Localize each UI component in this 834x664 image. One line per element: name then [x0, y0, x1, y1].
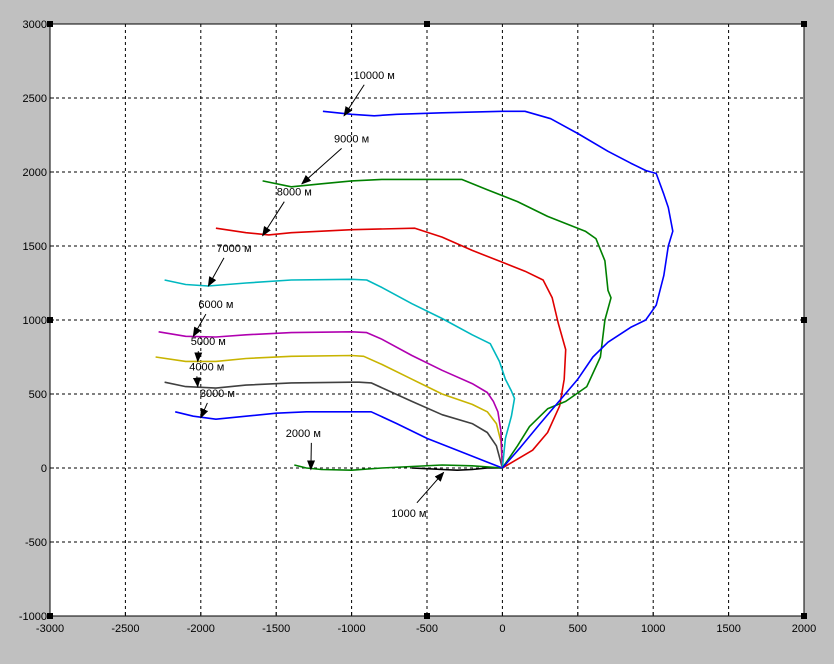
- annotation-label-9: 2000 м: [286, 428, 321, 440]
- annotation-label-1: 10000 м: [354, 70, 395, 82]
- trajectory-chart: 10000 м 9000 м 8000 м 7000 м 6000 м 5000 м 400…: [19, 19, 816, 635]
- annotation-label-8: 3000 м: [200, 388, 235, 400]
- x-tick-label-3: -1500: [262, 623, 290, 635]
- resize-handle-1[interactable]: [47, 21, 53, 27]
- annotation-label-3: 8000 м: [277, 187, 312, 199]
- x-tick-label-4: -1000: [338, 623, 366, 635]
- x-tick-label-8: 1000: [641, 623, 665, 635]
- resize-handle-2[interactable]: [424, 21, 430, 27]
- resize-handle-3[interactable]: [801, 21, 807, 27]
- x-tick-label-9: 1500: [716, 623, 740, 635]
- resize-handle-8[interactable]: [801, 613, 807, 619]
- annotation-label-10: 1000 м: [391, 508, 426, 520]
- y-tick-label-4: 1000: [23, 315, 47, 327]
- annotation-label-2: 9000 м: [334, 133, 369, 145]
- x-tick-label-2: -2000: [187, 623, 215, 635]
- x-tick-label-1: -2500: [111, 623, 139, 635]
- y-tick-label-7: 2500: [23, 93, 47, 105]
- y-tick-label-2: 0: [41, 463, 47, 475]
- annotation-label-6: 5000 м: [191, 336, 226, 348]
- x-tick-label-6: 0: [499, 623, 505, 635]
- annotation-label-4: 7000 м: [216, 243, 251, 255]
- y-tick-label-6: 2000: [23, 167, 47, 179]
- x-tick-label-5: -500: [416, 623, 438, 635]
- y-tick-label-8: 3000: [23, 19, 47, 31]
- resize-handle-5[interactable]: [801, 317, 807, 323]
- x-tick-label-7: 500: [569, 623, 587, 635]
- resize-handle-7[interactable]: [424, 613, 430, 619]
- resize-handle-4[interactable]: [47, 317, 53, 323]
- y-tick-label-0: -1000: [19, 611, 47, 623]
- y-tick-label-1: -500: [25, 537, 47, 549]
- y-tick-label-3: 500: [29, 389, 47, 401]
- x-tick-label-10: 2000: [792, 623, 816, 635]
- annotation-arrow-6: [194, 351, 203, 363]
- x-tick-label-0: -3000: [36, 623, 64, 635]
- y-tick-label-5: 1500: [23, 241, 47, 253]
- resize-handle-6[interactable]: [47, 613, 53, 619]
- annotation-label-5: 6000 м: [198, 299, 233, 311]
- annotation-label-7: 4000 м: [189, 361, 224, 373]
